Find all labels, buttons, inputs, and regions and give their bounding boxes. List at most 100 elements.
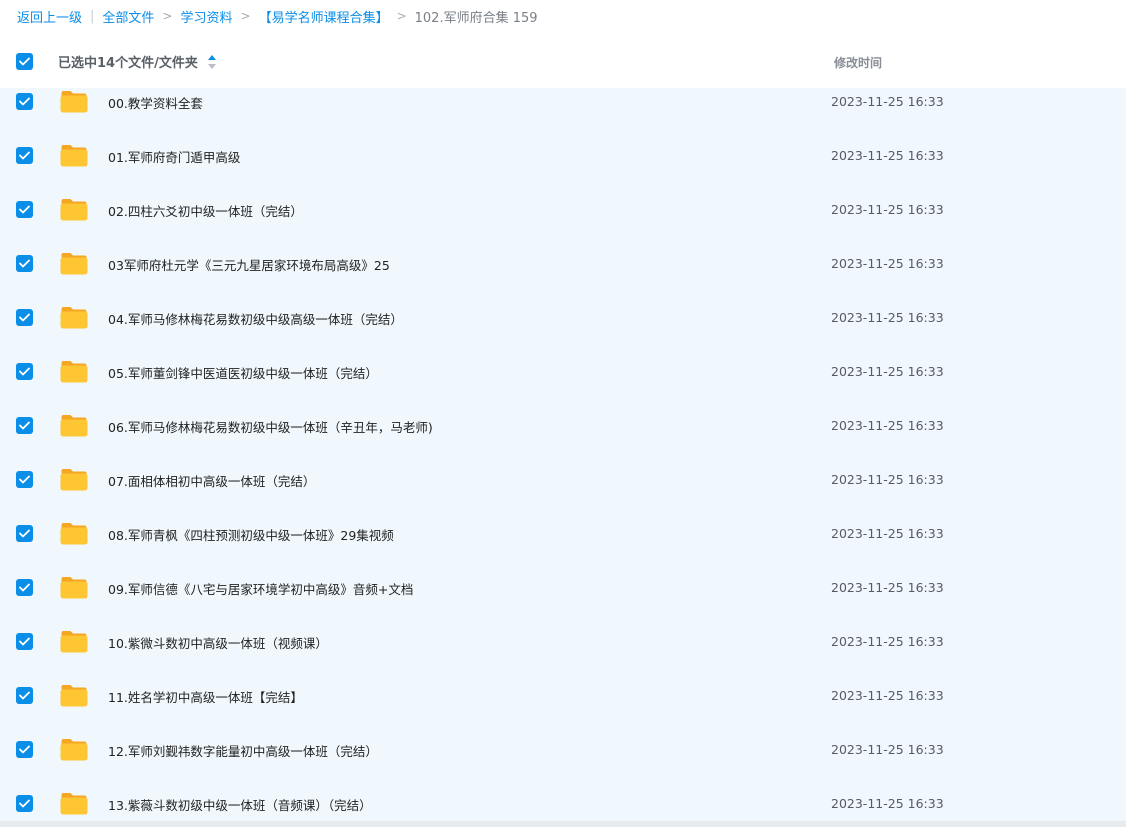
file-row[interactable]: 13.紫薇斗数初级中级一体班（音频课）（完结） 2023-11-25 16:33 — [0, 777, 1126, 827]
file-name[interactable]: 05.军师董剑锋中医道医初级中级一体班（完结） — [108, 363, 378, 382]
folder-icon — [60, 793, 88, 815]
check-icon — [19, 421, 30, 430]
row-checkbox[interactable] — [16, 309, 33, 326]
file-name[interactable]: 03军师府杜元学《三元九星居家环境布局高级》25 — [108, 255, 390, 274]
row-checkbox[interactable] — [16, 471, 33, 488]
file-row[interactable]: 02.四柱六爻初中级一体班（完结） 2023-11-25 16:33 — [0, 183, 1126, 237]
file-modified-time: 2023-11-25 16:33 — [831, 256, 944, 271]
column-header-modified-time[interactable]: 修改时间 — [834, 54, 882, 71]
folder-icon — [60, 253, 88, 275]
file-name[interactable]: 07.面相体相初中高级一体班（完结） — [108, 471, 315, 490]
breadcrumb-separator: | — [90, 8, 95, 24]
file-modified-time: 2023-11-25 16:33 — [831, 472, 944, 487]
file-modified-time: 2023-11-25 16:33 — [831, 796, 944, 811]
check-icon — [19, 637, 30, 646]
file-modified-time: 2023-11-25 16:33 — [831, 742, 944, 757]
file-modified-time: 2023-11-25 16:33 — [831, 634, 944, 649]
row-checkbox[interactable] — [16, 687, 33, 704]
file-name[interactable]: 00.教学资料全套 — [108, 93, 203, 112]
folder-icon — [60, 739, 88, 761]
file-modified-time: 2023-11-25 16:33 — [831, 580, 944, 595]
folder-icon — [60, 307, 88, 329]
file-modified-time: 2023-11-25 16:33 — [831, 94, 944, 109]
column-header-name[interactable]: 已选中14个文件/文件夹 — [58, 52, 216, 71]
check-icon — [19, 151, 30, 160]
row-checkbox[interactable] — [16, 255, 33, 272]
row-checkbox[interactable] — [16, 201, 33, 218]
folder-icon — [60, 631, 88, 653]
check-icon — [19, 799, 30, 808]
folder-icon — [60, 145, 88, 167]
file-list-header: 已选中14个文件/文件夹 修改时间 — [0, 45, 1126, 77]
row-checkbox[interactable] — [16, 363, 33, 380]
folder-icon — [60, 199, 88, 221]
folder-icon — [60, 469, 88, 491]
breadcrumb-arrow: > — [240, 9, 251, 23]
row-checkbox[interactable] — [16, 417, 33, 434]
file-row[interactable]: 09.军师信德《八宅与居家环境学初中高级》音频+文档 2023-11-25 16:… — [0, 561, 1126, 615]
folder-icon — [60, 361, 88, 383]
breadcrumb-item-study-materials[interactable]: 学习资料 — [180, 7, 232, 26]
bottom-bar — [0, 821, 1126, 827]
row-checkbox[interactable] — [16, 795, 33, 812]
file-name[interactable]: 12.军师刘觐祎数字能量初中高级一体班（完结） — [108, 741, 378, 760]
file-browser-page: 返回上一级 | 全部文件 > 学习资料 > 【易学名师课程合集】 > 102.军… — [0, 0, 1126, 827]
folder-icon — [60, 415, 88, 437]
file-name[interactable]: 10.紫微斗数初中高级一体班（视频课） — [108, 633, 328, 652]
breadcrumb-item-course-collection[interactable]: 【易学名师课程合集】 — [259, 7, 389, 26]
row-checkbox[interactable] — [16, 147, 33, 164]
file-modified-time: 2023-11-25 16:33 — [831, 364, 944, 379]
file-row[interactable]: 11.姓名学初中高级一体班【完结】 2023-11-25 16:33 — [0, 669, 1126, 723]
row-checkbox[interactable] — [16, 579, 33, 596]
file-name[interactable]: 11.姓名学初中高级一体班【完结】 — [108, 687, 303, 706]
check-icon — [19, 97, 30, 106]
row-checkbox[interactable] — [16, 93, 33, 110]
folder-icon — [60, 577, 88, 599]
check-icon — [19, 259, 30, 268]
file-modified-time: 2023-11-25 16:33 — [831, 418, 944, 433]
check-icon — [19, 57, 30, 66]
file-row[interactable]: 05.军师董剑锋中医道医初级中级一体班（完结） 2023-11-25 16:33 — [0, 345, 1126, 399]
file-row[interactable]: 12.军师刘觐祎数字能量初中高级一体班（完结） 2023-11-25 16:33 — [0, 723, 1126, 777]
file-row[interactable]: 06.军师马修林梅花易数初级中级一体班（辛丑年，马老师) 2023-11-25 1… — [0, 399, 1126, 453]
check-icon — [19, 475, 30, 484]
file-name[interactable]: 08.军师青枫《四柱预测初级中级一体班》29集视频 — [108, 525, 394, 544]
file-row[interactable]: 00.教学资料全套 2023-11-25 16:33 — [0, 75, 1126, 129]
file-modified-time: 2023-11-25 16:33 — [831, 526, 944, 541]
file-modified-time: 2023-11-25 16:33 — [831, 202, 944, 217]
breadcrumb-arrow: > — [162, 9, 173, 23]
file-row[interactable]: 01.军师府奇门遁甲高级 2023-11-25 16:33 — [0, 129, 1126, 183]
file-row[interactable]: 10.紫微斗数初中高级一体班（视频课） 2023-11-25 16:33 — [0, 615, 1126, 669]
row-checkbox[interactable] — [16, 525, 33, 542]
folder-icon — [60, 685, 88, 707]
row-checkbox[interactable] — [16, 633, 33, 650]
file-name[interactable]: 13.紫薇斗数初级中级一体班（音频课）（完结） — [108, 795, 372, 814]
sort-icon[interactable] — [207, 54, 216, 69]
breadcrumb-arrow: > — [396, 9, 407, 23]
file-row[interactable]: 07.面相体相初中高级一体班（完结） 2023-11-25 16:33 — [0, 453, 1126, 507]
file-name[interactable]: 06.军师马修林梅花易数初级中级一体班（辛丑年，马老师) — [108, 417, 433, 436]
file-row[interactable]: 04.军师马修林梅花易数初级中级高级一体班（完结） 2023-11-25 16:3… — [0, 291, 1126, 345]
file-list: 00.教学资料全套 2023-11-25 16:33 01.军师府奇门遁甲高级 202… — [0, 88, 1126, 821]
folder-icon — [60, 91, 88, 113]
file-name[interactable]: 04.军师马修林梅花易数初级中级高级一体班（完结） — [108, 309, 403, 328]
row-checkbox[interactable] — [16, 741, 33, 758]
check-icon — [19, 205, 30, 214]
check-icon — [19, 691, 30, 700]
folder-icon — [60, 523, 88, 545]
file-row[interactable]: 03军师府杜元学《三元九星居家环境布局高级》25 2023-11-25 16:33 — [0, 237, 1126, 291]
breadcrumb-item-all-files[interactable]: 全部文件 — [102, 7, 154, 26]
check-icon — [19, 529, 30, 538]
file-name[interactable]: 09.军师信德《八宅与居家环境学初中高级》音频+文档 — [108, 579, 413, 598]
back-link[interactable]: 返回上一级 — [17, 7, 82, 26]
file-modified-time: 2023-11-25 16:33 — [831, 310, 944, 325]
selection-count-label: 已选中14个文件/文件夹 — [58, 56, 198, 71]
check-icon — [19, 313, 30, 322]
check-icon — [19, 745, 30, 754]
select-all-checkbox[interactable] — [16, 53, 33, 70]
file-modified-time: 2023-11-25 16:33 — [831, 148, 944, 163]
file-name[interactable]: 01.军师府奇门遁甲高级 — [108, 147, 240, 166]
check-icon — [19, 367, 30, 376]
file-name[interactable]: 02.四柱六爻初中级一体班（完结） — [108, 201, 303, 220]
file-row[interactable]: 08.军师青枫《四柱预测初级中级一体班》29集视频 2023-11-25 16:3… — [0, 507, 1126, 561]
